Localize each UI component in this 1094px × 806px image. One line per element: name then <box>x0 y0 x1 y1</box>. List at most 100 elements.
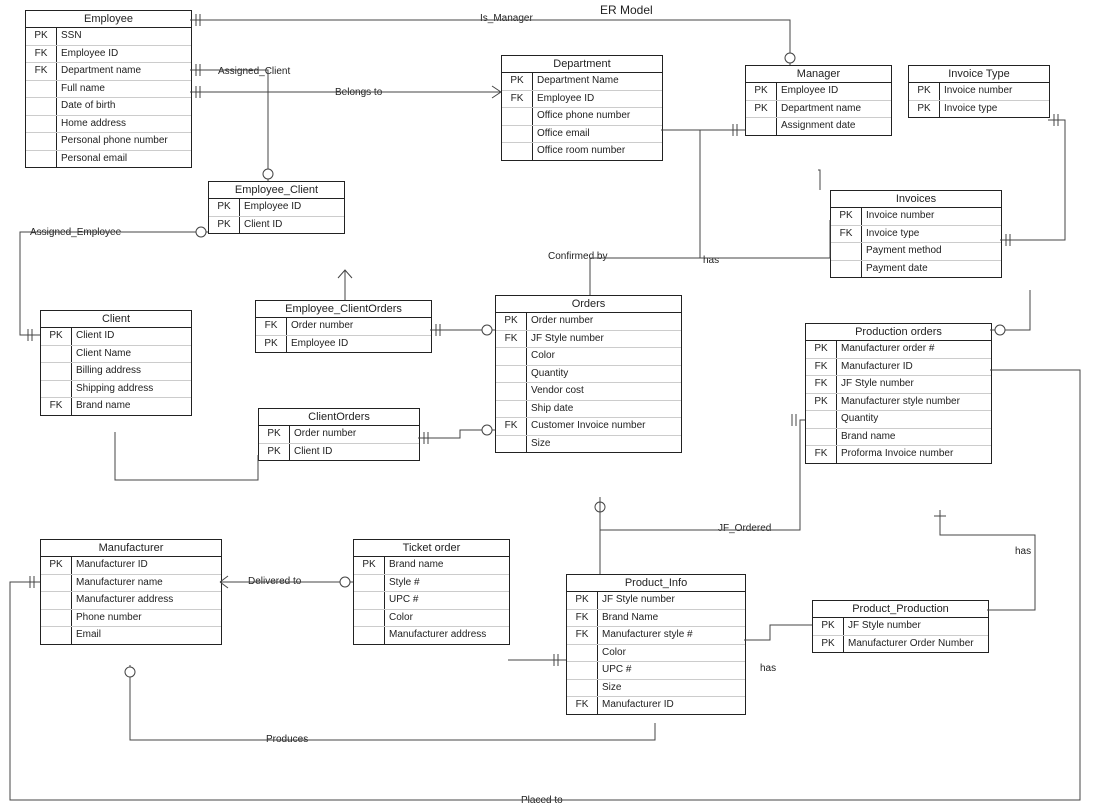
rel-delivered-to: Delivered to <box>248 576 301 587</box>
key-cell <box>26 116 57 133</box>
entity-ticket-order: Ticket order PKBrand nameStyle #UPC #Col… <box>353 539 510 645</box>
name-cell: JF Style number <box>598 592 745 609</box>
entity-rows: PKManufacturer IDManufacturer nameManufa… <box>41 557 221 644</box>
name-cell: Manufacturer ID <box>837 359 991 376</box>
table-row: Payment date <box>831 260 1001 278</box>
table-row: PKClient ID <box>209 216 344 234</box>
key-cell <box>806 429 837 446</box>
table-row: Personal email <box>26 150 191 168</box>
table-row: FKEmployee ID <box>26 45 191 63</box>
entity-rows: PKInvoice numberFKInvoice typePayment me… <box>831 208 1001 277</box>
table-row: Office room number <box>502 142 662 160</box>
rel-confirmed-by: Confirmed by <box>548 251 607 262</box>
name-cell: Invoice type <box>862 226 1001 243</box>
entity-title: Orders <box>496 296 681 313</box>
name-cell: Phone number <box>72 610 221 627</box>
entity-rows: PKJF Style numberPKManufacturer Order Nu… <box>813 618 988 652</box>
key-cell <box>41 575 72 592</box>
key-cell: PK <box>909 101 940 118</box>
table-row: PKDepartment name <box>746 100 891 118</box>
name-cell: Manufacturer name <box>72 575 221 592</box>
table-row: PKJF Style number <box>567 592 745 609</box>
table-row: Office phone number <box>502 107 662 125</box>
table-row: UPC # <box>354 591 509 609</box>
key-cell: FK <box>806 359 837 376</box>
name-cell: Manufacturer style number <box>837 394 991 411</box>
table-row: Vendor cost <box>496 382 681 400</box>
entity-employee-clientorders: Employee_ClientOrders FKOrder numberPKEm… <box>255 300 432 353</box>
key-cell: PK <box>256 336 287 353</box>
entity-rows: PKDepartment NameFKEmployee IDOffice pho… <box>502 73 662 160</box>
key-cell <box>41 381 72 398</box>
table-row: Full name <box>26 80 191 98</box>
table-row: Personal phone number <box>26 132 191 150</box>
entity-department: Department PKDepartment NameFKEmployee I… <box>501 55 663 161</box>
table-row: Client Name <box>41 345 191 363</box>
name-cell: Brand name <box>72 398 191 415</box>
key-cell <box>354 627 385 644</box>
entity-title: Manager <box>746 66 891 83</box>
entity-rows: PKClient IDClient NameBilling addressShi… <box>41 328 191 415</box>
table-row: PKInvoice number <box>909 83 1049 100</box>
key-cell: FK <box>496 331 527 348</box>
name-cell: Employee ID <box>57 46 191 63</box>
key-cell: FK <box>806 446 837 463</box>
key-cell <box>496 383 527 400</box>
entity-rows: FKOrder numberPKEmployee ID <box>256 318 431 352</box>
name-cell: Date of birth <box>57 98 191 115</box>
name-cell: Employee ID <box>533 91 662 108</box>
name-cell: SSN <box>57 28 191 45</box>
table-row: PKOrder number <box>259 426 419 443</box>
name-cell: JF Style number <box>837 376 991 393</box>
key-cell: PK <box>813 618 844 635</box>
name-cell: Office phone number <box>533 108 662 125</box>
name-cell: Invoice number <box>940 83 1049 100</box>
key-cell: PK <box>41 557 72 574</box>
table-row: Brand name <box>806 428 991 446</box>
name-cell: Email <box>72 627 221 644</box>
key-cell <box>496 436 527 453</box>
key-cell: FK <box>567 697 598 714</box>
table-row: PKInvoice type <box>909 100 1049 118</box>
key-cell: PK <box>354 557 385 574</box>
key-cell: PK <box>806 394 837 411</box>
key-cell: PK <box>41 328 72 345</box>
name-cell: Personal phone number <box>57 133 191 150</box>
name-cell: Order number <box>527 313 681 330</box>
key-cell <box>26 98 57 115</box>
entity-title: Product_Info <box>567 575 745 592</box>
name-cell: Client ID <box>290 444 419 461</box>
diagram-title: ER Model <box>600 3 653 17</box>
name-cell: JF Style number <box>527 331 681 348</box>
key-cell: PK <box>259 426 290 443</box>
key-cell <box>26 151 57 168</box>
table-row: FKEmployee ID <box>502 90 662 108</box>
entity-rows: PKJF Style numberFKBrand NameFKManufactu… <box>567 592 745 714</box>
key-cell: PK <box>831 208 862 225</box>
name-cell: Size <box>527 436 681 453</box>
table-row: FKOrder number <box>256 318 431 335</box>
name-cell: Billing address <box>72 363 191 380</box>
table-row: Quantity <box>806 410 991 428</box>
entity-title: Manufacturer <box>41 540 221 557</box>
rel-is-manager: Is_Manager <box>480 13 533 24</box>
key-cell <box>567 662 598 679</box>
key-cell <box>354 575 385 592</box>
table-row: Billing address <box>41 362 191 380</box>
entity-rows: PKManufacturer order #FKManufacturer IDF… <box>806 341 991 463</box>
key-cell: FK <box>256 318 287 335</box>
table-row: Color <box>496 347 681 365</box>
entity-rows: PKEmployee IDPKDepartment nameAssignment… <box>746 83 891 135</box>
key-cell <box>41 346 72 363</box>
entity-title: Invoice Type <box>909 66 1049 83</box>
table-row: FKBrand name <box>41 397 191 415</box>
entity-rows: PKBrand nameStyle #UPC #ColorManufacture… <box>354 557 509 644</box>
name-cell: Ship date <box>527 401 681 418</box>
table-row: FKBrand Name <box>567 609 745 627</box>
name-cell: Client ID <box>72 328 191 345</box>
key-cell: PK <box>26 28 57 45</box>
entity-rows: PKEmployee IDPKClient ID <box>209 199 344 233</box>
key-cell <box>806 411 837 428</box>
table-row: Manufacturer address <box>354 626 509 644</box>
entity-manager: Manager PKEmployee IDPKDepartment nameAs… <box>745 65 892 136</box>
